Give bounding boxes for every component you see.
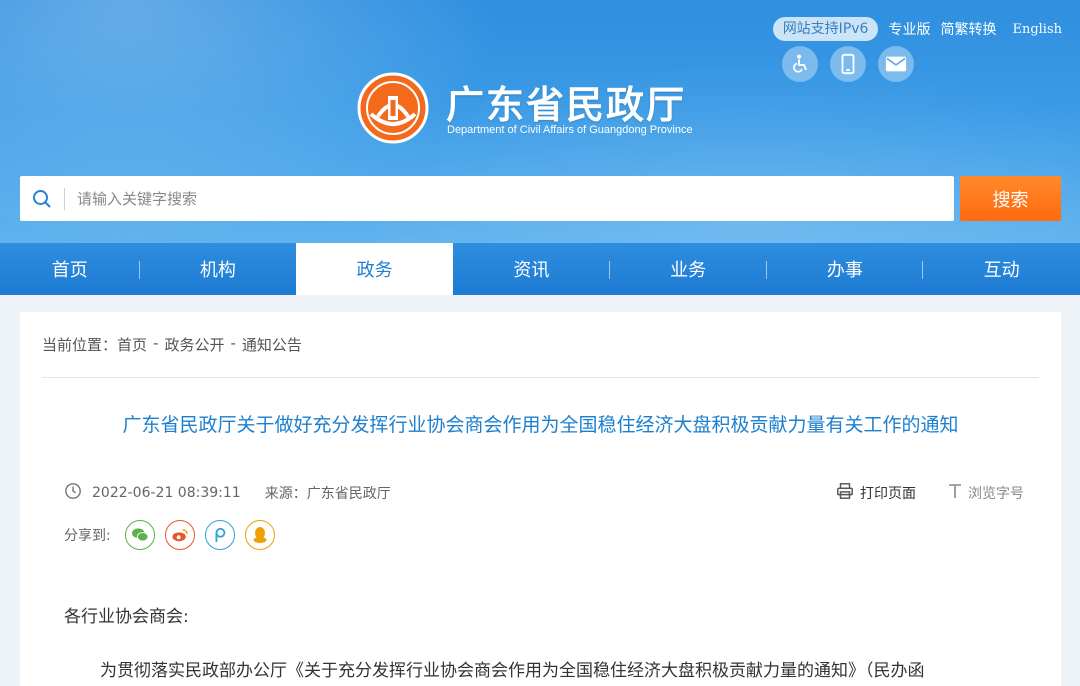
breadcrumb-home-link[interactable]: 首页 bbox=[117, 334, 147, 355]
nav-item-news[interactable]: 资讯 bbox=[453, 243, 610, 295]
nav-item-organization[interactable]: 机构 bbox=[140, 243, 297, 295]
article-card: 当前位置： 首页 - 政务公开 - 通知公告 广东省民政厅关于做好充分发挥行业协… bbox=[20, 312, 1061, 686]
nav-item-label: 互动 bbox=[983, 260, 1020, 281]
breadcrumb-notices-link[interactable]: 通知公告 bbox=[242, 334, 302, 355]
nav-item-home[interactable]: 首页 bbox=[0, 243, 140, 295]
breadcrumb-gov-open-link[interactable]: 政务公开 bbox=[164, 334, 224, 355]
article-salutation: 各行业协会商会: bbox=[64, 607, 189, 627]
search-button[interactable]: 搜索 bbox=[960, 176, 1061, 221]
print-page-label: 打印页面 bbox=[860, 486, 916, 502]
print-page-button[interactable]: 打印页面 bbox=[836, 482, 916, 504]
breadcrumb-prefix: 当前位置： bbox=[42, 336, 118, 354]
nav-item-label: 资讯 bbox=[513, 260, 550, 281]
nav-item-label: 首页 bbox=[51, 260, 88, 281]
site-subtitle: Department of Civil Affairs of Guangdong… bbox=[447, 124, 693, 136]
nav-item-label: 办事 bbox=[826, 260, 863, 281]
font-size-button[interactable]: 浏览字号 bbox=[948, 483, 1024, 503]
mobile-icon[interactable] bbox=[830, 46, 866, 82]
top-links: 网站支持IPv6 专业版 简繁转换 English bbox=[772, 16, 1062, 42]
site-logo[interactable] bbox=[357, 72, 429, 144]
pengyou-icon[interactable] bbox=[204, 520, 235, 550]
article-source: 来源：广东省民政厅 bbox=[264, 486, 391, 502]
publish-datetime: 2022-06-21 08:39:11 bbox=[92, 485, 241, 501]
site-header: 网站支持IPv6 专业版 简繁转换 English 广东省民政厅 Departm… bbox=[0, 0, 1080, 243]
mail-icon[interactable] bbox=[878, 46, 914, 82]
accessibility-icon[interactable] bbox=[782, 46, 818, 82]
nav-item-services[interactable]: 办事 bbox=[767, 243, 924, 295]
breadcrumb-separator: - bbox=[153, 334, 159, 352]
article-title: 广东省民政厅关于做好充分发挥行业协会商会作用为全国稳住经济大盘积极贡献力量有关工… bbox=[122, 414, 959, 436]
main-nav: 首页 机构 政务 资讯 业务 办事 互动 bbox=[0, 243, 1080, 295]
nav-item-label: 政务 bbox=[356, 260, 393, 281]
tool-icons bbox=[782, 46, 914, 82]
article-meta: 2022-06-21 08:39:11 来源：广东省民政厅 打印页面 浏览字号 bbox=[64, 482, 1024, 504]
simp-trad-switch-link[interactable]: 简繁转换 bbox=[940, 19, 996, 39]
qq-icon[interactable] bbox=[244, 520, 275, 550]
weibo-icon[interactable] bbox=[164, 520, 195, 550]
meta-actions: 打印页面 浏览字号 bbox=[836, 482, 1024, 504]
professional-version-link[interactable]: 专业版 bbox=[888, 19, 930, 39]
article-paragraph: 为贯彻落实民政部办公厅《关于充分发挥行业协会商会作用为全国稳住经济大盘积极贡献力… bbox=[100, 661, 925, 681]
font-size-icon bbox=[948, 483, 962, 503]
breadcrumb: 当前位置： 首页 - 政务公开 - 通知公告 bbox=[42, 334, 302, 355]
nav-item-label: 机构 bbox=[199, 260, 236, 281]
nav-item-label: 业务 bbox=[670, 260, 707, 281]
nav-item-interaction[interactable]: 互动 bbox=[923, 243, 1080, 295]
wechat-icon[interactable] bbox=[124, 520, 155, 550]
nav-item-government-affairs[interactable]: 政务 bbox=[296, 243, 454, 295]
font-size-label: 浏览字号 bbox=[968, 486, 1024, 502]
clock-icon bbox=[64, 482, 82, 504]
ipv6-badge: 网站支持IPv6 bbox=[772, 17, 879, 41]
english-link[interactable]: English bbox=[1012, 22, 1062, 37]
search-box bbox=[20, 176, 954, 221]
share-label: 分享到: bbox=[64, 528, 111, 544]
search-icon bbox=[20, 176, 64, 221]
divider bbox=[42, 377, 1039, 378]
nav-item-business[interactable]: 业务 bbox=[610, 243, 767, 295]
printer-icon bbox=[836, 482, 854, 504]
site-title: 广东省民政厅 bbox=[446, 83, 687, 127]
share-row: 分享到: bbox=[64, 520, 275, 550]
breadcrumb-separator: - bbox=[230, 334, 236, 352]
search-input[interactable] bbox=[65, 178, 954, 219]
